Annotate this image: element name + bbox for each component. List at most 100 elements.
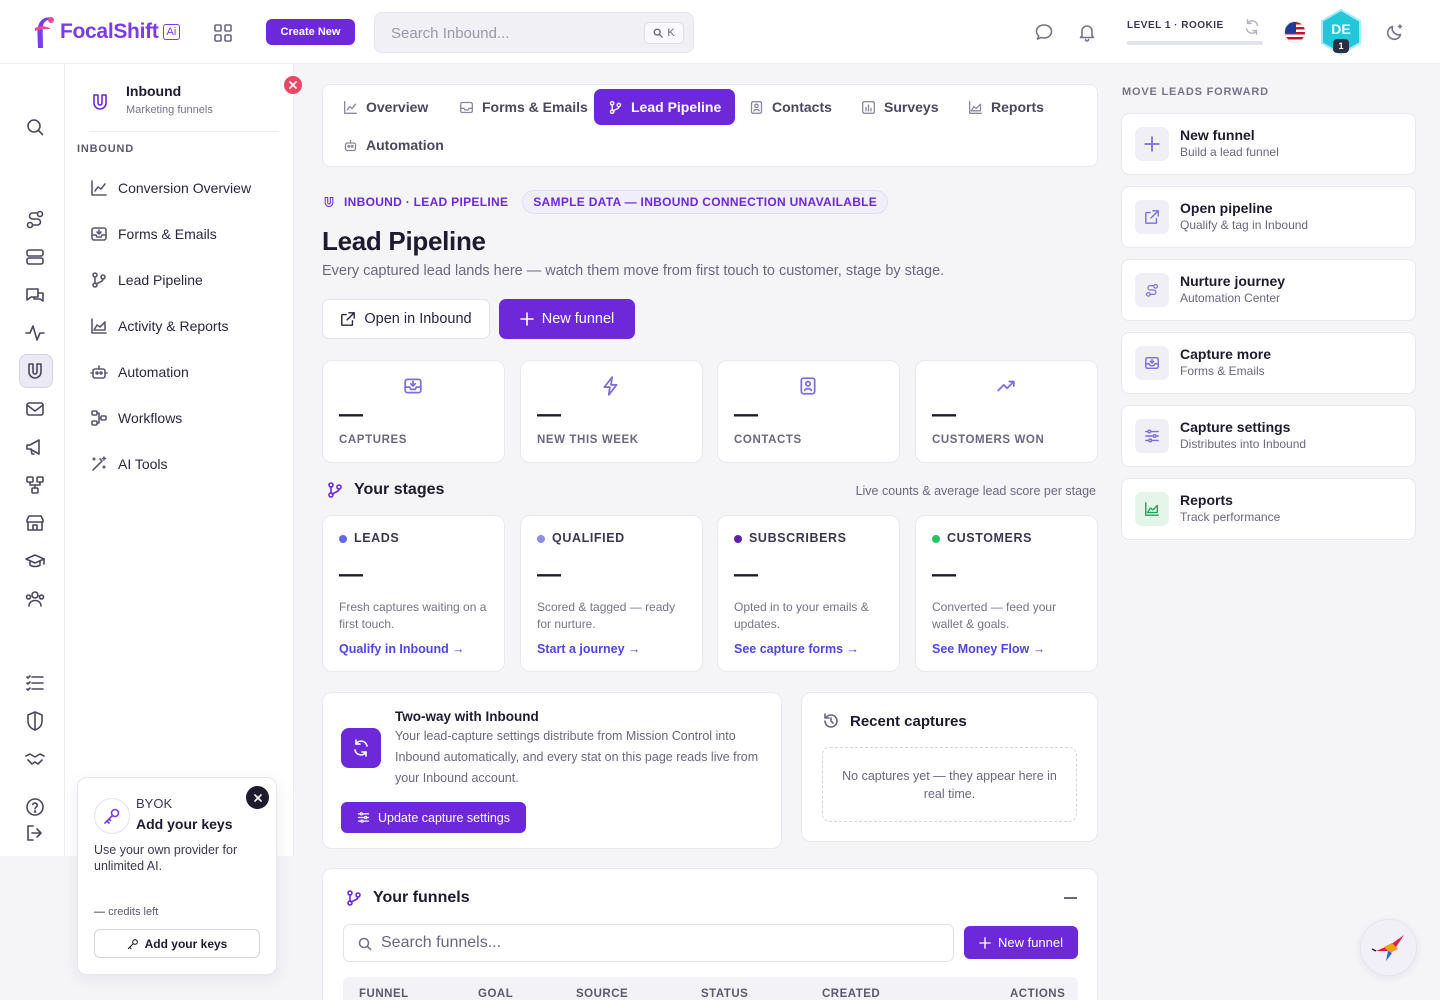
store-icon[interactable] bbox=[24, 512, 46, 534]
quick-action-nurture-journey[interactable]: Nurture journey Automation Center bbox=[1121, 259, 1416, 321]
avatar-initials: DE bbox=[1331, 21, 1351, 37]
submenu-item-workflows[interactable]: Workflows bbox=[90, 403, 182, 433]
refresh-icon[interactable] bbox=[1243, 18, 1261, 36]
submenu-item-activity-reports[interactable]: Activity & Reports bbox=[90, 311, 228, 341]
tab-label: Reports bbox=[991, 99, 1044, 115]
credits-label: credits left bbox=[108, 906, 159, 918]
stage-link[interactable]: See capture forms → bbox=[734, 642, 859, 656]
shield-icon[interactable] bbox=[24, 710, 46, 732]
sliders-icon bbox=[357, 812, 370, 823]
funnel-search-input[interactable]: Search funnels... bbox=[343, 924, 954, 962]
search-icon[interactable] bbox=[24, 116, 46, 138]
submenu-item-label: Lead Pipeline bbox=[118, 272, 203, 288]
mail-icon[interactable] bbox=[24, 398, 46, 420]
help-icon[interactable] bbox=[24, 796, 46, 818]
tab-surveys[interactable]: Surveys bbox=[841, 89, 952, 125]
robot-icon bbox=[343, 138, 358, 153]
area-chart-icon bbox=[1135, 492, 1169, 526]
plus-icon bbox=[519, 312, 534, 326]
stat-label: CAPTURES bbox=[339, 434, 408, 446]
theme-toggle-icon[interactable] bbox=[1385, 22, 1405, 42]
submenu-item-forms-emails[interactable]: Forms & Emails bbox=[90, 219, 217, 249]
apps-grid-icon[interactable] bbox=[212, 22, 234, 44]
assistant-fab[interactable] bbox=[1360, 919, 1417, 976]
tab-forms-emails[interactable]: Forms & Emails bbox=[439, 89, 602, 125]
submenu-item-conversion-overview[interactable]: Conversion Overview bbox=[90, 173, 251, 203]
stat-label: NEW THIS WEEK bbox=[537, 434, 639, 446]
logout-icon[interactable] bbox=[24, 822, 46, 844]
key-icon bbox=[127, 938, 138, 949]
inbox-icon bbox=[459, 100, 474, 115]
create-new-button[interactable]: Create New bbox=[266, 19, 355, 45]
lightning-icon bbox=[601, 376, 621, 396]
graduation-cap-icon[interactable] bbox=[24, 550, 46, 572]
activity-pulse-icon[interactable] bbox=[24, 322, 46, 344]
bell-icon[interactable] bbox=[1077, 22, 1097, 42]
logo-ai-badge: Ai bbox=[162, 24, 181, 40]
quick-action-sub: Qualify & tag in Inbound bbox=[1180, 218, 1309, 232]
submenu-item-automation[interactable]: Automation bbox=[90, 357, 189, 387]
search-icon bbox=[653, 28, 664, 38]
logo-text: FocalShift bbox=[60, 20, 159, 43]
stage-link[interactable]: Start a journey → bbox=[537, 642, 641, 656]
tab-reports[interactable]: Reports bbox=[948, 89, 1058, 125]
update-capture-settings-button[interactable]: Update capture settings bbox=[341, 802, 526, 833]
tabs-bar: Overview Forms & Emails Lead Pipeline Co… bbox=[322, 84, 1098, 167]
quick-action-capture-more[interactable]: Capture more Forms & Emails bbox=[1121, 332, 1416, 394]
tab-automation[interactable]: Automation bbox=[323, 127, 458, 163]
stage-description: Scored & tagged — ready for nurture. bbox=[537, 600, 676, 631]
collapse-funnels-button[interactable] bbox=[1064, 897, 1077, 899]
tab-contacts[interactable]: Contacts bbox=[729, 89, 846, 125]
quick-action-label: Reports bbox=[1180, 492, 1233, 508]
breadcrumb-text: INBOUND · LEAD PIPELINE bbox=[344, 195, 509, 209]
area-chart-icon bbox=[968, 100, 983, 115]
quick-action-open-pipeline[interactable]: Open pipeline Qualify & tag in Inbound bbox=[1121, 186, 1416, 248]
tab-overview[interactable]: Overview bbox=[323, 89, 442, 125]
tab-label: Contacts bbox=[772, 99, 832, 115]
column-header-source[interactable]: SOURCE bbox=[576, 988, 628, 1000]
server-icon[interactable] bbox=[24, 246, 46, 268]
stage-link[interactable]: See Money Flow → bbox=[932, 642, 1045, 656]
robot-icon bbox=[90, 363, 108, 381]
stat-card-customers-won: — CUSTOMERS WON bbox=[915, 360, 1098, 463]
open-in-inbound-button[interactable]: Open in Inbound bbox=[322, 299, 490, 339]
branch-icon bbox=[326, 481, 344, 499]
stage-name: QUALIFIED bbox=[552, 531, 625, 545]
new-funnel-button[interactable]: New funnel bbox=[499, 299, 635, 339]
column-header-funnel[interactable]: FUNNEL bbox=[359, 988, 409, 1000]
quick-action-reports[interactable]: Reports Track performance bbox=[1121, 478, 1416, 540]
submenu-item-lead-pipeline[interactable]: Lead Pipeline bbox=[90, 265, 203, 295]
column-header-status[interactable]: STATUS bbox=[701, 988, 748, 1000]
quick-action-new-funnel[interactable]: New funnel Build a lead funnel bbox=[1121, 113, 1416, 175]
submenu-item-label: Workflows bbox=[118, 410, 183, 426]
add-keys-button[interactable]: Add your keys bbox=[94, 929, 260, 958]
messages-icon[interactable] bbox=[24, 284, 46, 306]
close-byok-button[interactable] bbox=[246, 786, 269, 809]
chat-icon[interactable] bbox=[1034, 22, 1054, 42]
logo[interactable]: FocalShift Ai bbox=[32, 14, 181, 50]
magnet-icon[interactable] bbox=[24, 360, 46, 382]
quick-action-capture-settings[interactable]: Capture settings Distributes into Inboun… bbox=[1121, 405, 1416, 467]
stage-description: Opted in to your emails & updates. bbox=[734, 600, 869, 631]
tab-lead-pipeline[interactable]: Lead Pipeline bbox=[594, 89, 736, 125]
handshake-icon[interactable] bbox=[24, 748, 46, 770]
checklist-icon[interactable] bbox=[24, 672, 46, 694]
funnels-header: Your funnels bbox=[345, 889, 470, 907]
us-flag-icon[interactable] bbox=[1284, 21, 1306, 43]
close-submenu-button[interactable] bbox=[284, 76, 302, 94]
area-chart-icon bbox=[90, 317, 108, 335]
quick-action-label: Capture more bbox=[1180, 346, 1272, 362]
new-funnel-table-button[interactable]: New funnel bbox=[964, 926, 1078, 959]
route-icon[interactable] bbox=[24, 208, 46, 230]
megaphone-icon[interactable] bbox=[24, 436, 46, 458]
column-header-created[interactable]: CREATED bbox=[822, 988, 880, 1000]
stage-link[interactable]: Qualify in Inbound → bbox=[339, 642, 465, 656]
avatar[interactable]: DE 1 bbox=[1320, 9, 1362, 55]
users-icon[interactable] bbox=[24, 588, 46, 610]
level-progress-bar bbox=[1127, 41, 1263, 45]
hierarchy-icon[interactable] bbox=[24, 474, 46, 496]
global-search-input[interactable]: Search Inbound... K bbox=[374, 12, 694, 53]
submenu-item-ai-tools[interactable]: AI Tools bbox=[90, 449, 168, 479]
column-header-goal[interactable]: GOAL bbox=[478, 988, 513, 1000]
update-capture-settings-label: Update capture settings bbox=[377, 810, 511, 825]
